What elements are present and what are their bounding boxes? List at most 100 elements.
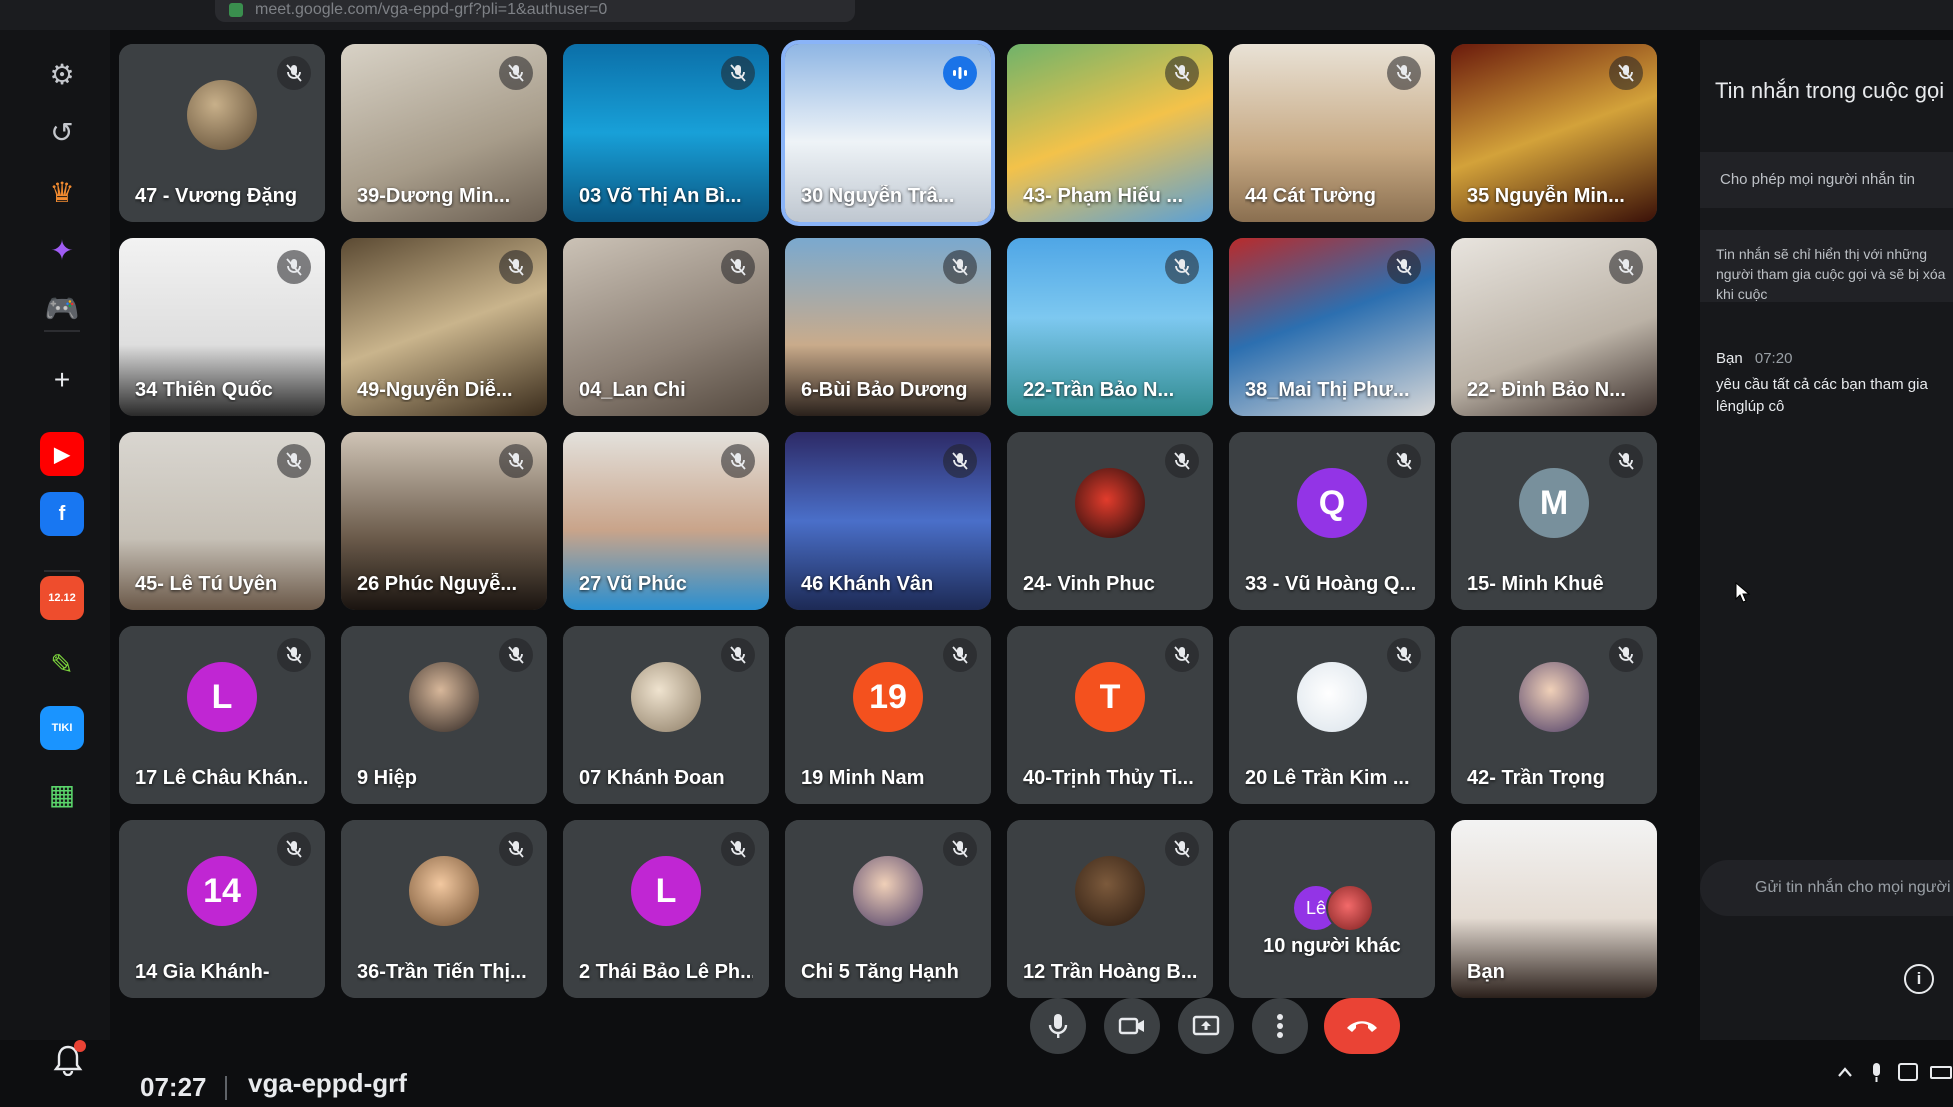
- participant-name: 43- Phạm Hiếu ...: [1023, 185, 1184, 207]
- mic-off-icon: [499, 638, 533, 672]
- paint-icon[interactable]: ✎: [40, 642, 84, 686]
- leave-call-button[interactable]: [1324, 998, 1400, 1054]
- participant-tile[interactable]: 39-Dương Min...: [341, 44, 547, 222]
- mic-off-icon: [1609, 638, 1643, 672]
- participant-tile[interactable]: 44 Cát Tường: [1229, 44, 1435, 222]
- participant-tile[interactable]: 43- Phạm Hiếu ...: [1007, 44, 1213, 222]
- meeting-code: vga-eppd-grf: [248, 1068, 407, 1098]
- participant-tile[interactable]: 9 Hiệp: [341, 626, 547, 804]
- participant-tile[interactable]: 12 Trần Hoàng B...: [1007, 820, 1213, 998]
- participant-tile[interactable]: L 17 Lê Châu Khán...: [119, 626, 325, 804]
- bottom-bar: 07:27 vga-eppd-grf: [0, 1040, 1953, 1107]
- mic-button[interactable]: [1030, 998, 1086, 1054]
- participant-tile[interactable]: 38_Mai Thị Phư...: [1229, 238, 1435, 416]
- mic-off-icon: [499, 832, 533, 866]
- participant-name: 39-Dương Min...: [357, 185, 511, 207]
- youtube-icon[interactable]: ▶: [40, 432, 84, 476]
- participant-name: 22- Đinh Bảo N...: [1467, 379, 1626, 401]
- mic-off-icon: [1387, 56, 1421, 90]
- participant-tile[interactable]: Q 33 - Vũ Hoàng Q...: [1229, 432, 1435, 610]
- mic-off-icon: [1609, 250, 1643, 284]
- participant-name: 04_Lan Chi: [579, 379, 686, 401]
- participant-tile[interactable]: 42- Trần Trọng: [1451, 626, 1657, 804]
- participant-name: 42- Trần Trọng: [1467, 767, 1605, 789]
- participant-tile[interactable]: 19 19 Minh Nam: [785, 626, 991, 804]
- participant-tile[interactable]: 46 Khánh Vân: [785, 432, 991, 610]
- participant-tile[interactable]: 26 Phúc Nguyễ...: [341, 432, 547, 610]
- participant-tile[interactable]: 49-Nguyễn Diễ...: [341, 238, 547, 416]
- camera-button[interactable]: [1104, 998, 1160, 1054]
- participant-name: 9 Hiệp: [357, 767, 418, 789]
- history-icon[interactable]: ↺: [40, 110, 84, 154]
- participant-avatar: [1075, 468, 1145, 539]
- participant-avatar: 19: [853, 662, 923, 733]
- add-icon[interactable]: +: [40, 358, 84, 402]
- crown-icon[interactable]: ♛: [40, 170, 84, 214]
- participant-name: 12 Trần Hoàng B...: [1023, 961, 1197, 983]
- more-options-button[interactable]: [1252, 998, 1308, 1054]
- participant-name: 14 Gia Khánh-: [135, 961, 270, 983]
- participant-tile[interactable]: Lê 10 người khác: [1229, 820, 1435, 998]
- participant-name: 49-Nguyễn Diễ...: [357, 379, 513, 401]
- present-button[interactable]: [1178, 998, 1234, 1054]
- participant-tile[interactable]: 34 Thiên Quốc: [119, 238, 325, 416]
- mic-off-icon: [1387, 250, 1421, 284]
- participant-name: 47 - Vương Đặng: [135, 185, 298, 207]
- address-bar[interactable]: meet.google.com/vga-eppd-grf?pli=1&authu…: [215, 0, 855, 22]
- participant-tile[interactable]: Chi 5 Tăng Hạnh: [785, 820, 991, 998]
- participant-tile[interactable]: 22-Trần Bảo N...: [1007, 238, 1213, 416]
- tiki-icon[interactable]: TIKI: [40, 706, 84, 750]
- participant-tile[interactable]: 35 Nguyễn Min...: [1451, 44, 1657, 222]
- participant-avatar: [1075, 856, 1145, 927]
- participant-tile[interactable]: 45- Lê Tú Uyên: [119, 432, 325, 610]
- calendar-icon[interactable]: 12.12: [40, 576, 84, 620]
- allow-messages-toggle[interactable]: Cho phép mọi người nhắn tin: [1700, 152, 1953, 208]
- participant-tile[interactable]: 22- Đinh Bảo N...: [1451, 238, 1657, 416]
- mic-off-icon: [1165, 56, 1199, 90]
- participant-tile[interactable]: 47 - Vương Đặng: [119, 44, 325, 222]
- participant-tile[interactable]: L 2 Thái Bảo Lê Ph...: [563, 820, 769, 998]
- mic-off-icon: [1387, 444, 1421, 478]
- message-meta: Bạn 07:20: [1716, 350, 1792, 367]
- participant-name: 30 Nguyễn Trâ...: [801, 185, 955, 207]
- grid-icon[interactable]: ▦: [40, 772, 84, 816]
- participant-tile[interactable]: T 40-Trịnh Thủy Ti...: [1007, 626, 1213, 804]
- participant-tile[interactable]: 27 Vũ Phúc: [563, 432, 769, 610]
- facebook-icon[interactable]: f: [40, 492, 84, 536]
- participant-tile[interactable]: 07 Khánh Đoan: [563, 626, 769, 804]
- mic-off-icon: [277, 638, 311, 672]
- participant-name: 22-Trần Bảo N...: [1023, 379, 1175, 401]
- participant-name: 33 - Vũ Hoàng Q...: [1245, 573, 1417, 595]
- participant-avatar: M: [1519, 468, 1589, 539]
- avatar-stack: Lê: [1292, 884, 1374, 933]
- settings-icon[interactable]: ⚙: [40, 52, 84, 96]
- participant-tile[interactable]: 20 Lê Trần Kim ...: [1229, 626, 1435, 804]
- mic-off-icon: [721, 250, 755, 284]
- participant-tile[interactable]: 14 14 Gia Khánh-: [119, 820, 325, 998]
- participant-avatar: Q: [1297, 468, 1367, 539]
- participant-tile[interactable]: 30 Nguyễn Trâ...: [785, 44, 991, 222]
- notification-bell-icon[interactable]: [48, 1040, 88, 1080]
- participant-avatar: L: [631, 856, 701, 927]
- participant-grid: 47 - Vương Đặng 39-Dương Min... 03 Võ Thị …: [115, 40, 1705, 1030]
- participant-tile[interactable]: Bạn: [1451, 820, 1657, 998]
- participant-tile[interactable]: 36-Trần Tiến Thị...: [341, 820, 547, 998]
- info-icon[interactable]: i: [1904, 964, 1934, 994]
- participant-avatar: 14: [187, 856, 257, 927]
- mic-off-icon: [1165, 638, 1199, 672]
- chat-panel: Tin nhắn trong cuộc gọi Cho phép mọi ngư…: [1700, 40, 1953, 1040]
- participant-avatar: [187, 80, 257, 151]
- mic-off-icon: [1609, 444, 1643, 478]
- participant-tile[interactable]: 6-Bùi Bảo Dương: [785, 238, 991, 416]
- gamepad-icon[interactable]: 🎮: [40, 286, 84, 330]
- messenger-icon[interactable]: ✦: [40, 228, 84, 272]
- participant-name: 10 người khác: [1263, 935, 1401, 957]
- participant-name: 45- Lê Tú Uyên: [135, 573, 278, 595]
- send-message-input[interactable]: Gửi tin nhắn cho mọi người: [1700, 860, 1953, 916]
- meet-favicon-icon: [229, 3, 243, 17]
- participant-tile[interactable]: M 15- Minh Khuê: [1451, 432, 1657, 610]
- participant-tile[interactable]: 24- Vinh Phuc: [1007, 432, 1213, 610]
- participant-name: 24- Vinh Phuc: [1023, 573, 1155, 595]
- participant-tile[interactable]: 04_Lan Chi: [563, 238, 769, 416]
- participant-tile[interactable]: 03 Võ Thị An Bì...: [563, 44, 769, 222]
